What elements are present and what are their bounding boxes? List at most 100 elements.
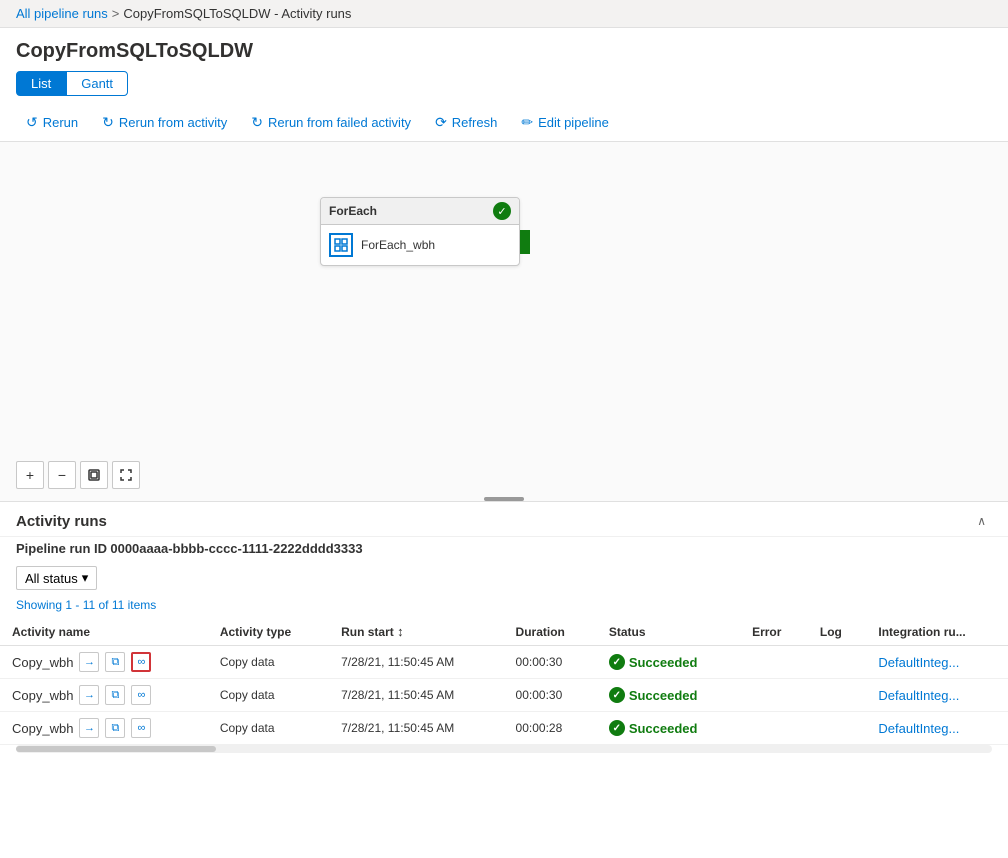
run-id-bar: Pipeline run ID 0000aaaa-bbbb-cccc-1111-… xyxy=(0,537,1008,560)
status-filter-button[interactable]: All status ▾ xyxy=(16,566,97,590)
status-icon: ✓ xyxy=(609,720,625,736)
error-cell xyxy=(740,646,808,679)
table-row: Copy_wbh → ⧉ ∞ Copy data7/28/21, 11:50:4… xyxy=(0,646,1008,679)
filter-bar: All status ▾ xyxy=(0,560,1008,596)
activity-navigate-button[interactable]: → xyxy=(79,685,99,705)
activity-link-button[interactable]: ∞ xyxy=(131,685,151,705)
scrollbar-thumb xyxy=(16,746,216,752)
activity-link-button[interactable]: ∞ xyxy=(131,718,151,738)
status-filter-label: All status xyxy=(25,571,78,586)
log-cell xyxy=(808,646,866,679)
duration: 00:00:30 xyxy=(504,679,597,712)
rerun-button[interactable]: ↺ Rerun xyxy=(16,110,88,135)
col-activity-name: Activity name xyxy=(0,618,208,646)
error-cell xyxy=(740,679,808,712)
activity-runs-table: Activity name Activity type Run start ↕ … xyxy=(0,618,1008,745)
col-status: Status xyxy=(597,618,740,646)
status-cell: ✓ Succeeded xyxy=(597,712,740,745)
col-activity-type: Activity type xyxy=(208,618,329,646)
breadcrumb: All pipeline runs > CopyFromSQLToSQLDW -… xyxy=(0,0,1008,28)
refresh-label: Refresh xyxy=(452,115,498,130)
node-success-icon: ✓ xyxy=(493,202,511,220)
rerun-from-activity-label: Rerun from activity xyxy=(119,115,227,130)
toolbar: ↺ Rerun ↻ Rerun from activity ↻ Rerun fr… xyxy=(0,104,1008,142)
collapse-button[interactable]: ∧ xyxy=(971,512,992,530)
status-text: Succeeded xyxy=(629,688,698,703)
breadcrumb-current: CopyFromSQLToSQLDW - Activity runs xyxy=(123,6,351,21)
rerun-from-activity-icon: ↻ xyxy=(102,114,114,131)
activity-runs-title: Activity runs xyxy=(16,513,107,530)
zoom-out-button[interactable]: − xyxy=(48,461,76,489)
integration-runtime-cell: DefaultInteg... xyxy=(866,679,1008,712)
run-start: 7/28/21, 11:50:45 AM xyxy=(329,646,503,679)
col-integration: Integration ru... xyxy=(866,618,1008,646)
activity-runs-header: Activity runs ∧ xyxy=(0,502,1008,537)
node-body: ForEach_wbh xyxy=(321,225,519,265)
refresh-button[interactable]: ⟳ Refresh xyxy=(425,110,507,135)
pipeline-canvas[interactable]: ForEach ✓ ForEach_wbh + − xyxy=(0,142,1008,502)
activity-link-button[interactable]: ∞ xyxy=(131,652,151,672)
refresh-icon: ⟳ xyxy=(435,114,447,131)
canvas-controls: + − xyxy=(16,461,140,489)
breadcrumb-all-pipelines[interactable]: All pipeline runs xyxy=(16,6,108,21)
activity-name-text: Copy_wbh xyxy=(12,688,73,703)
activity-name-text: Copy_wbh xyxy=(12,721,73,736)
breadcrumb-separator: > xyxy=(112,6,120,21)
node-connector xyxy=(520,230,530,254)
status-text: Succeeded xyxy=(629,721,698,736)
canvas-resize-handle[interactable] xyxy=(484,497,524,501)
col-error: Error xyxy=(740,618,808,646)
edit-icon: ✏ xyxy=(521,114,533,131)
activity-name-cell: Copy_wbh → ⧉ ∞ xyxy=(0,712,208,745)
run-id-value: 0000aaaa-bbbb-cccc-1111-2222dddd3333 xyxy=(110,541,362,556)
expand-button[interactable] xyxy=(112,461,140,489)
fit-button[interactable] xyxy=(80,461,108,489)
status-cell: ✓ Succeeded xyxy=(597,679,740,712)
activity-name-text: Copy_wbh xyxy=(12,655,73,670)
foreach-node[interactable]: ForEach ✓ ForEach_wbh xyxy=(320,197,520,266)
rerun-icon: ↺ xyxy=(26,114,38,131)
activity-type: Copy data xyxy=(208,646,329,679)
rerun-from-failed-button[interactable]: ↻ Rerun from failed activity xyxy=(241,110,421,135)
status-icon: ✓ xyxy=(609,687,625,703)
activity-copy-button[interactable]: ⧉ xyxy=(105,652,125,672)
run-id-label: Pipeline run ID xyxy=(16,541,107,556)
node-title: ForEach xyxy=(329,204,377,218)
table-row: Copy_wbh → ⧉ ∞ Copy data7/28/21, 11:50:4… xyxy=(0,712,1008,745)
duration: 00:00:30 xyxy=(504,646,597,679)
edit-pipeline-label: Edit pipeline xyxy=(538,115,609,130)
tab-gantt[interactable]: Gantt xyxy=(66,71,128,96)
rerun-from-failed-icon: ↻ xyxy=(251,114,263,131)
foreach-activity-icon xyxy=(329,233,353,257)
duration: 00:00:28 xyxy=(504,712,597,745)
col-run-start: Run start ↕ xyxy=(329,618,503,646)
log-cell xyxy=(808,712,866,745)
edit-pipeline-button[interactable]: ✏ Edit pipeline xyxy=(511,110,619,135)
activity-copy-button[interactable]: ⧉ xyxy=(105,718,125,738)
integration-runtime-cell: DefaultInteg... xyxy=(866,712,1008,745)
col-log: Log xyxy=(808,618,866,646)
node-activity-name: ForEach_wbh xyxy=(361,238,435,252)
activity-runs-panel: Activity runs ∧ Pipeline run ID 0000aaaa… xyxy=(0,502,1008,753)
activity-navigate-button[interactable]: → xyxy=(79,652,99,672)
tab-list[interactable]: List xyxy=(16,71,66,96)
table-header-row: Activity name Activity type Run start ↕ … xyxy=(0,618,1008,646)
zoom-in-button[interactable]: + xyxy=(16,461,44,489)
showing-text: Showing 1 - 11 of 11 items xyxy=(0,596,1008,618)
activity-name-cell: Copy_wbh → ⧉ ∞ xyxy=(0,679,208,712)
run-start: 7/28/21, 11:50:45 AM xyxy=(329,712,503,745)
tab-bar: List Gantt xyxy=(0,71,1008,104)
activity-navigate-button[interactable]: → xyxy=(79,718,99,738)
status-icon: ✓ xyxy=(609,654,625,670)
activity-copy-button[interactable]: ⧉ xyxy=(105,685,125,705)
activity-type: Copy data xyxy=(208,712,329,745)
status-text: Succeeded xyxy=(629,655,698,670)
table-row: Copy_wbh → ⧉ ∞ Copy data7/28/21, 11:50:4… xyxy=(0,679,1008,712)
horizontal-scrollbar[interactable] xyxy=(16,745,992,753)
run-start: 7/28/21, 11:50:45 AM xyxy=(329,679,503,712)
rerun-label: Rerun xyxy=(43,115,78,130)
node-header: ForEach ✓ xyxy=(321,198,519,225)
status-cell: ✓ Succeeded xyxy=(597,646,740,679)
activity-type: Copy data xyxy=(208,679,329,712)
rerun-from-activity-button[interactable]: ↻ Rerun from activity xyxy=(92,110,237,135)
